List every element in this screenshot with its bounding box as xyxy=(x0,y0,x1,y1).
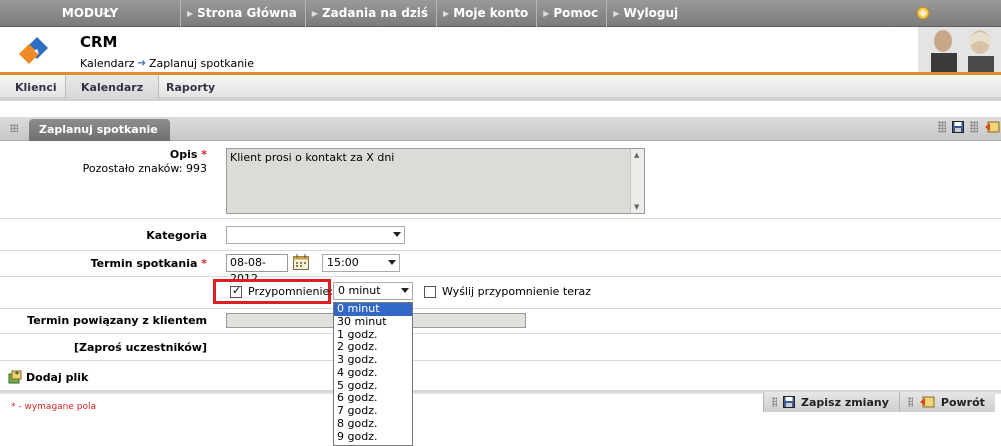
send-now-label: Wyślij przypomnienie teraz xyxy=(442,285,592,298)
arrow-right-icon: ▶ xyxy=(311,9,318,18)
nav-link-logout[interactable]: ▶ Wyloguj xyxy=(606,0,686,27)
panel-title: Zaplanuj spotkanie xyxy=(29,119,170,141)
drag-handle-icon xyxy=(938,121,946,133)
nav-link-help[interactable]: ▶ Pomoc xyxy=(536,0,606,27)
breadcrumb-current: Zaplanuj spotkanie xyxy=(148,57,254,70)
save-icon[interactable] xyxy=(952,121,964,133)
drag-handle-icon xyxy=(970,121,978,133)
back-button[interactable]: Powrót xyxy=(898,392,995,412)
breadcrumb-calendar[interactable]: Kalendarz xyxy=(80,57,135,70)
reminder-option[interactable]: 4 godz. xyxy=(334,366,412,380)
back-icon[interactable] xyxy=(984,121,1000,133)
tab-calendar[interactable]: Kalendarz xyxy=(65,75,160,99)
nav-links: ▶ Strona Główna ▶ Zadania na dziś ▶ Moje ko… xyxy=(180,0,686,27)
arrow-right-icon: ▶ xyxy=(443,9,450,18)
reminder-option[interactable]: 7 godz. xyxy=(334,404,412,418)
save-icon xyxy=(783,396,795,408)
reminder-label: Przypomnienie: xyxy=(248,285,333,298)
tab-reports[interactable]: Raporty xyxy=(151,75,230,99)
module-tabs: Klienci Kalendarz Raporty xyxy=(0,75,1001,101)
scroll-up-icon[interactable]: ▲ xyxy=(634,151,639,159)
arrow-right-icon: ➔ xyxy=(137,58,146,69)
reminder-option[interactable]: 30 minut xyxy=(334,315,412,329)
network-status-icon[interactable] xyxy=(915,5,931,21)
arrow-right-icon: ▶ xyxy=(613,9,620,18)
drag-handle-icon xyxy=(772,397,777,407)
kategoria-label: Kategoria xyxy=(146,229,207,242)
termin-label: Termin spotkania * xyxy=(90,257,207,270)
reminder-select[interactable]: 0 minut xyxy=(333,282,413,300)
chevron-down-icon xyxy=(393,232,401,237)
form-actions: Zapisz zmiany Powrót xyxy=(763,392,995,412)
scroll-down-icon[interactable]: ▼ xyxy=(634,203,639,211)
app-title: CRM xyxy=(80,33,118,51)
send-now-checkbox[interactable] xyxy=(424,286,436,298)
panel-header: Zaplanuj spotkanie xyxy=(0,117,1001,141)
modules-menu[interactable]: MODUŁY xyxy=(0,0,180,27)
crm-logo-icon xyxy=(19,37,48,64)
reminder-option[interactable]: 3 godz. xyxy=(334,353,412,367)
reminder-option[interactable]: 8 godz. xyxy=(334,417,412,431)
date-input[interactable]: 08-08-2012 xyxy=(226,254,288,285)
save-changes-button[interactable]: Zapisz zmiany xyxy=(763,392,899,412)
top-navigation-bar: MODUŁY ▶ Strona Główna ▶ Zadania na dziś ▶… xyxy=(0,0,1001,27)
add-file-button[interactable]: Dodaj plik xyxy=(8,370,88,384)
kategoria-select[interactable] xyxy=(226,226,405,244)
required-mark: * xyxy=(201,148,207,161)
drag-handle-icon xyxy=(907,397,913,407)
reminder-checkbox[interactable]: ✓ xyxy=(230,284,242,298)
nav-link-tasks-today[interactable]: ▶ Zadania na dziś xyxy=(304,0,436,27)
remaining-chars-text: Pozostało znaków: 993 xyxy=(82,162,207,175)
nav-link-home[interactable]: ▶ Strona Główna xyxy=(180,0,305,27)
app-header: CRM Kalendarz ➔ Zaplanuj spotkanie xyxy=(0,27,1001,73)
opis-textarea[interactable]: Klient prosi o kontakt za X dni ▲ ▼ xyxy=(226,148,645,214)
related-label: Termin powiązany z klientem xyxy=(27,314,207,327)
textarea-scrollbar[interactable]: ▲ ▼ xyxy=(630,149,644,213)
opis-value: Klient prosi o kontakt za X dni xyxy=(230,151,395,164)
checkmark-icon: ✓ xyxy=(232,284,242,297)
required-mark: * xyxy=(201,257,207,270)
invite-participants-link[interactable]: [Zaproś uczestników] xyxy=(40,341,207,354)
reminder-option[interactable]: 9 godz. xyxy=(334,430,412,444)
header-people-image xyxy=(918,27,1001,73)
opis-label: Opis * xyxy=(169,148,207,161)
tab-clients[interactable]: Klienci xyxy=(0,75,72,99)
calendar-icon[interactable] xyxy=(292,253,310,271)
required-fields-note: * - wymagane pola xyxy=(11,402,97,412)
reminder-option[interactable]: 0 minut xyxy=(334,303,412,316)
arrow-right-icon: ▶ xyxy=(543,9,550,18)
time-select[interactable]: 15:00 xyxy=(322,254,400,272)
chevron-down-icon xyxy=(388,260,396,265)
arrow-right-icon: ▶ xyxy=(187,9,194,18)
reminder-dropdown-list[interactable]: 0 minut 30 minut 1 godz. 2 godz. 3 godz. 4 go… xyxy=(333,302,413,446)
back-icon xyxy=(919,396,935,408)
chevron-down-icon xyxy=(401,288,409,293)
panel-actions xyxy=(938,121,1000,133)
nav-link-my-account[interactable]: ▶ Moje konto xyxy=(436,0,536,27)
breadcrumb: Kalendarz ➔ Zaplanuj spotkanie xyxy=(80,57,254,70)
add-file-icon xyxy=(8,370,22,384)
drag-handle-icon[interactable] xyxy=(10,124,18,132)
